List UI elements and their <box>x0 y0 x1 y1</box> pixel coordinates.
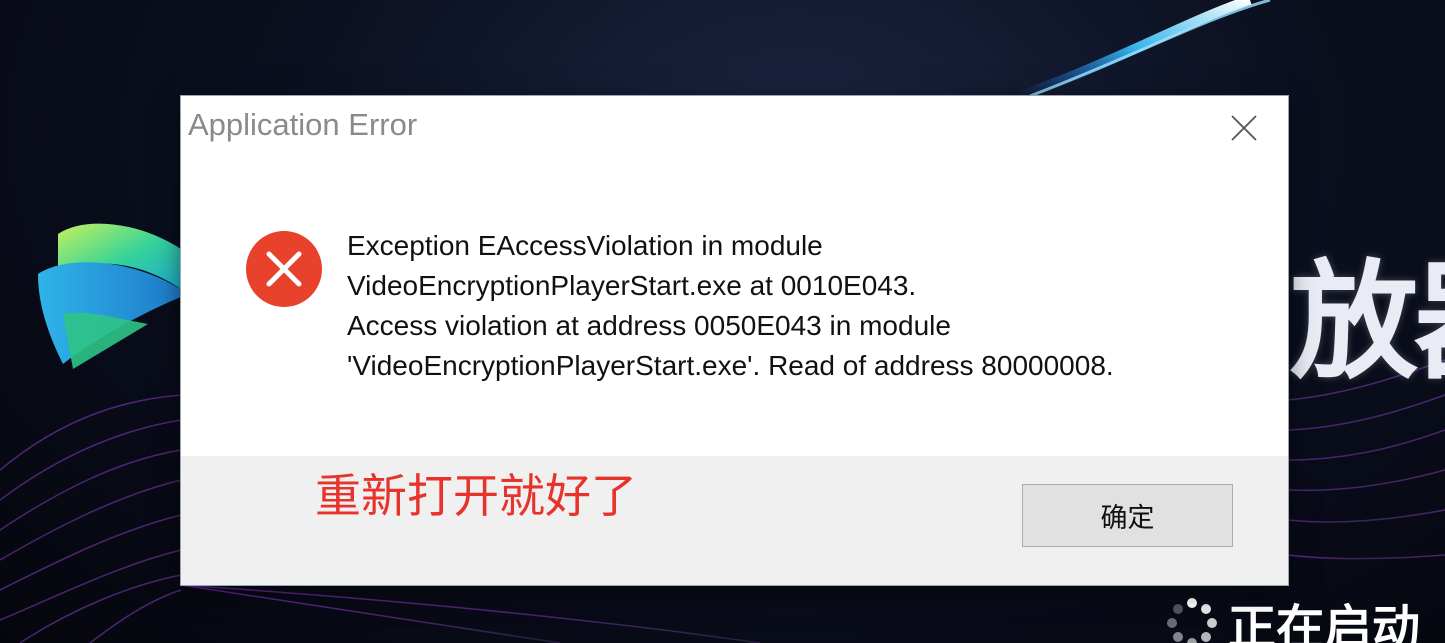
splash-title-partial: 放器 <box>1290 248 1445 397</box>
loading-spinner-icon <box>1167 598 1217 643</box>
dialog-footer: 重新打开就好了 确定 <box>181 456 1288 585</box>
application-error-dialog: Application Error Exception EAccessViola… <box>181 96 1288 585</box>
ok-button[interactable]: 确定 <box>1022 484 1233 547</box>
error-icon <box>246 231 322 307</box>
error-message-line: 'VideoEncryptionPlayerStart.exe'. Read o… <box>347 350 1114 381</box>
dialog-title: Application Error <box>188 107 418 142</box>
splash-status-label: 正在启动 <box>1228 600 1421 643</box>
splash-status: 正在启动 <box>1166 588 1420 643</box>
dialog-title-bar[interactable]: Application Error <box>181 96 1288 158</box>
close-button[interactable] <box>1218 106 1270 150</box>
close-icon <box>1231 115 1257 141</box>
error-message: Exception EAccessViolation in module Vid… <box>347 226 1247 386</box>
error-message-line: Access violation at address 0050E043 in … <box>347 310 951 341</box>
annotation-text: 重新打开就好了 <box>315 469 637 523</box>
error-message-line: Exception EAccessViolation in module <box>347 230 823 261</box>
error-message-line: VideoEncryptionPlayerStart.exe at 0010E0… <box>347 270 917 301</box>
